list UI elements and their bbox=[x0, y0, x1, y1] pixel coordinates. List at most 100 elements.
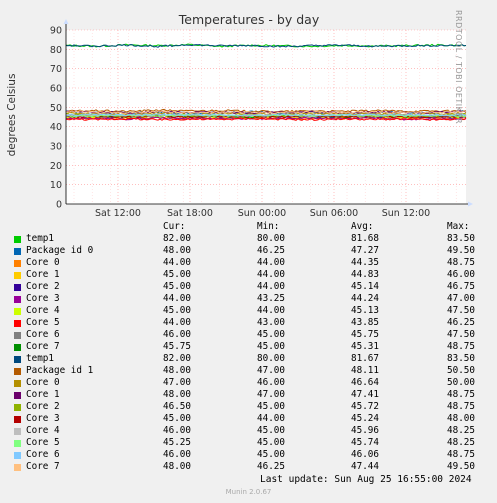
legend-row: Package id 0 48.00 46.25 47.27 49.50 bbox=[0, 245, 497, 257]
legend-name: Core 5 bbox=[26, 317, 60, 328]
x-tick-label: Sun 12:00 bbox=[382, 208, 430, 219]
legend-header-min: Min: bbox=[257, 221, 280, 232]
legend-avg: 46.06 bbox=[351, 449, 379, 460]
legend-swatch bbox=[14, 332, 21, 339]
legend-cur: 45.00 bbox=[163, 281, 191, 292]
legend-cur: 82.00 bbox=[163, 353, 191, 364]
legend-max: 46.00 bbox=[447, 269, 475, 280]
legend-max: 48.00 bbox=[447, 413, 475, 424]
legend-cur: 48.00 bbox=[163, 245, 191, 256]
legend-swatch bbox=[14, 248, 21, 255]
y-tick-label: 60 bbox=[50, 84, 62, 95]
legend-row: Core 7 45.75 45.00 45.31 48.75 bbox=[0, 341, 497, 353]
legend-avg: 47.27 bbox=[351, 245, 379, 256]
legend-row: Core 4 46.00 45.00 45.96 48.25 bbox=[0, 425, 497, 437]
legend-cur: 45.00 bbox=[163, 305, 191, 316]
legend-cur: 45.00 bbox=[163, 269, 191, 280]
y-tick-label: 70 bbox=[50, 64, 62, 75]
legend-row: Core 6 46.00 45.00 45.75 47.50 bbox=[0, 329, 497, 341]
legend-avg: 45.75 bbox=[351, 329, 379, 340]
legend-cur: 46.50 bbox=[163, 401, 191, 412]
rrdtool-credit: RRDTOOL / TOBI OETIKER bbox=[454, 10, 463, 125]
legend-max: 49.50 bbox=[447, 245, 475, 256]
y-tick-label: 40 bbox=[50, 122, 62, 133]
legend-row: Core 6 46.00 45.00 46.06 48.75 bbox=[0, 449, 497, 461]
legend-row: Core 4 45.00 44.00 45.13 47.50 bbox=[0, 305, 497, 317]
y-tick-label: 80 bbox=[50, 45, 62, 56]
legend-min: 43.00 bbox=[257, 317, 285, 328]
legend-row: Package id 1 48.00 47.00 48.11 50.50 bbox=[0, 365, 497, 377]
legend-max: 48.75 bbox=[447, 257, 475, 268]
legend-name: Package id 1 bbox=[26, 365, 94, 376]
x-tick-label: Sat 12:00 bbox=[95, 208, 141, 219]
legend-avg: 44.24 bbox=[351, 293, 379, 304]
temperature-chart: Temperatures - by day degrees Celsius 0 1… bbox=[6, 12, 473, 219]
legend-swatch bbox=[14, 392, 21, 399]
legend-avg: 43.85 bbox=[351, 317, 379, 328]
legend-name: Core 4 bbox=[26, 305, 60, 316]
legend-max: 48.25 bbox=[447, 437, 475, 448]
legend-swatch bbox=[14, 404, 21, 411]
legend-row: temp1 82.00 80.00 81.68 83.50 bbox=[0, 233, 497, 245]
legend-name: Core 1 bbox=[26, 389, 60, 400]
legend-max: 48.75 bbox=[447, 341, 475, 352]
y-tick-label: 0 bbox=[56, 200, 62, 211]
legend-avg: 45.96 bbox=[351, 425, 379, 436]
legend-name: Core 1 bbox=[26, 269, 60, 280]
legend-swatch bbox=[14, 428, 21, 435]
legend-swatch bbox=[14, 440, 21, 447]
legend-min: 47.00 bbox=[257, 365, 285, 376]
legend-max: 48.75 bbox=[447, 449, 475, 460]
y-tick-label: 50 bbox=[50, 103, 62, 114]
legend-min: 46.25 bbox=[257, 461, 285, 472]
legend-min: 80.00 bbox=[257, 353, 285, 364]
legend-max: 46.75 bbox=[447, 281, 475, 292]
legend-name: Core 6 bbox=[26, 329, 60, 340]
legend-min: 44.00 bbox=[257, 257, 285, 268]
y-tick-label: 20 bbox=[50, 161, 62, 172]
legend-row: Core 5 44.00 43.00 43.85 46.25 bbox=[0, 317, 497, 329]
legend-min: 44.00 bbox=[257, 413, 285, 424]
x-tick-label: Sat 18:00 bbox=[167, 208, 213, 219]
legend-min: 45.00 bbox=[257, 329, 285, 340]
legend-name: Core 0 bbox=[26, 257, 60, 268]
legend-swatch bbox=[14, 464, 21, 471]
legend-avg: 45.24 bbox=[351, 413, 379, 424]
legend-name: Core 6 bbox=[26, 449, 60, 460]
legend-header-avg: Avg: bbox=[351, 221, 374, 232]
legend-avg: 44.83 bbox=[351, 269, 379, 280]
x-axis-arrow-icon bbox=[468, 201, 473, 207]
legend-cur: 82.00 bbox=[163, 233, 191, 244]
legend-avg: 81.67 bbox=[351, 353, 379, 364]
legend-header-max: Max: bbox=[447, 221, 470, 232]
legend-cur: 46.00 bbox=[163, 449, 191, 460]
x-tick-label: Sun 06:00 bbox=[310, 208, 358, 219]
legend-row: Core 0 44.00 44.00 44.35 48.75 bbox=[0, 257, 497, 269]
legend-name: temp1 bbox=[26, 233, 54, 244]
legend-name: temp1 bbox=[26, 353, 54, 364]
legend-swatch bbox=[14, 416, 21, 423]
legend-row: Core 7 48.00 46.25 47.44 49.50 bbox=[0, 461, 497, 473]
legend-max: 83.50 bbox=[447, 233, 475, 244]
munin-version: Munin 2.0.67 bbox=[225, 488, 272, 496]
legend-swatch bbox=[14, 284, 21, 291]
legend-cur: 48.00 bbox=[163, 389, 191, 400]
legend-swatch bbox=[14, 308, 21, 315]
last-update: Last update: Sun Aug 25 16:55:00 2024 bbox=[260, 474, 472, 485]
legend-row: Core 3 44.00 43.25 44.24 47.00 bbox=[0, 293, 497, 305]
legend-cur: 46.00 bbox=[163, 425, 191, 436]
legend-min: 43.25 bbox=[257, 293, 285, 304]
legend-max: 47.00 bbox=[447, 293, 475, 304]
legend-swatch bbox=[14, 260, 21, 267]
legend-row: Core 0 47.00 46.00 46.64 50.00 bbox=[0, 377, 497, 389]
legend-min: 46.25 bbox=[257, 245, 285, 256]
legend-cur: 44.00 bbox=[163, 293, 191, 304]
legend-name: Core 3 bbox=[26, 413, 60, 424]
legend-row: Core 1 45.00 44.00 44.83 46.00 bbox=[0, 269, 497, 281]
legend-max: 47.50 bbox=[447, 329, 475, 340]
legend-name: Core 5 bbox=[26, 437, 60, 448]
legend-cur: 44.00 bbox=[163, 257, 191, 268]
legend-max: 48.25 bbox=[447, 425, 475, 436]
legend-min: 45.00 bbox=[257, 425, 285, 436]
legend-name: Core 3 bbox=[26, 293, 60, 304]
